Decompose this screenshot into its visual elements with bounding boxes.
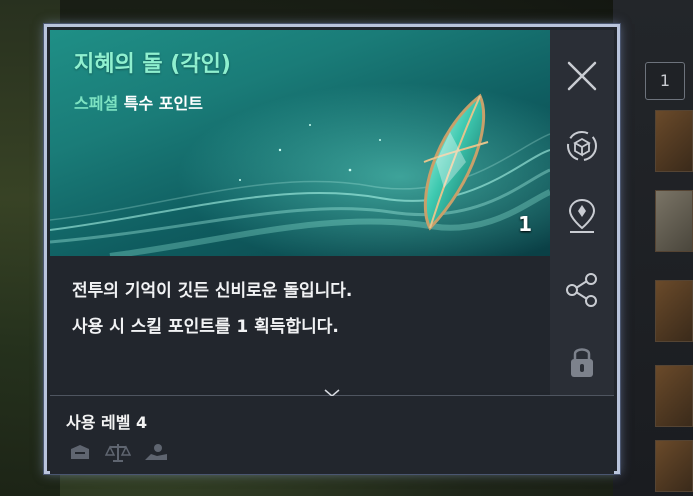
item-description: 전투의 기억이 깃든 신비로운 돌입니다. 사용 시 스킬 포인트를 1 획득합… <box>50 256 550 392</box>
lock-icon <box>571 348 593 377</box>
wisdom-stone-icon <box>423 93 489 231</box>
inventory-counter: 1 <box>645 62 685 100</box>
scale-icon <box>104 441 132 465</box>
close-button[interactable] <box>560 54 604 98</box>
inventory-slot[interactable] <box>655 190 693 252</box>
description-line: 전투의 기억이 깃든 신비로운 돌입니다. <box>72 281 353 301</box>
description-line: 사용 시 스킬 포인트를 1 획득합니다. <box>72 317 339 337</box>
inventory-slot[interactable] <box>655 365 693 427</box>
share-icon <box>566 273 597 307</box>
inventory-slot[interactable] <box>655 280 693 342</box>
item-category: 스페셜 특수 포인트 <box>74 90 203 114</box>
inventory-slot[interactable] <box>655 110 693 172</box>
inventory-slot[interactable] <box>655 440 693 492</box>
storage-icon <box>66 441 94 465</box>
use-level: 사용 레벨 4 <box>66 413 148 432</box>
item-quantity: 1 <box>518 212 532 236</box>
dismantle-icon <box>567 131 597 161</box>
item-name: 지혜의 돌 (각인) <box>74 52 231 77</box>
restriction-icons <box>66 441 170 465</box>
action-sidebar <box>550 30 614 402</box>
location-icon <box>568 198 596 233</box>
item-footer: 사용 레벨 4 <box>50 396 614 474</box>
location-button[interactable] <box>560 194 604 238</box>
item-category-label: 특수 포인트 <box>123 94 203 113</box>
share-button[interactable] <box>560 268 604 312</box>
item-category-highlight: 스페셜 <box>74 94 119 113</box>
item-tooltip: 지혜의 돌 (각인) 스페셜 특수 포인트 1 전투의 기억이 깃든 신비로운 … <box>44 24 620 474</box>
item-header: 지혜의 돌 (각인) 스페셜 특수 포인트 1 <box>50 30 550 256</box>
close-icon <box>567 61 597 91</box>
dismantle-button[interactable] <box>560 124 604 168</box>
trade-icon <box>142 441 170 465</box>
lock-button[interactable] <box>560 340 604 384</box>
